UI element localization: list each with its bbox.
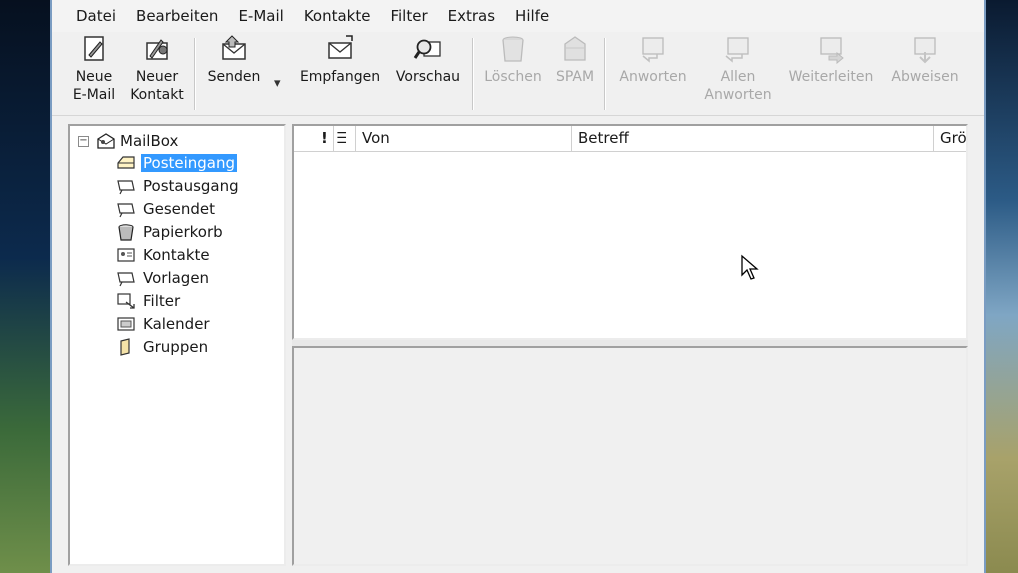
trash-icon: [118, 224, 134, 241]
folder-label: Kontakte: [143, 246, 210, 264]
filter-icon: [117, 293, 135, 309]
column-priority[interactable]: !: [316, 126, 334, 151]
preview-label: Vorschau: [395, 69, 461, 85]
reply-all-label-1: Allen: [720, 69, 756, 85]
reply-all-label-2: Anworten: [704, 87, 772, 103]
forward-button[interactable]: Weiterleiten: [784, 34, 878, 114]
column-spacer: [294, 126, 316, 151]
reply-all-icon: [725, 37, 749, 63]
folder-vorlagen[interactable]: Vorlagen: [116, 267, 211, 289]
toolbar-separator: [194, 38, 196, 110]
column-subject[interactable]: Betreff: [572, 126, 934, 151]
new-mail-label-1: Neue: [75, 69, 113, 85]
spam-button[interactable]: SPAM: [550, 34, 600, 114]
trash-icon: [502, 36, 524, 62]
receive-label: Empfangen: [299, 69, 381, 85]
new-mail-label-2: E-Mail: [72, 87, 116, 103]
reject-button[interactable]: Abweisen: [886, 34, 964, 114]
collapse-toggle[interactable]: −: [78, 135, 89, 147]
folder-gruppen[interactable]: Gruppen: [116, 336, 210, 358]
menu-filter[interactable]: Filter: [380, 0, 437, 32]
toolbar: Neue E-Mail Neuer Kontakt Senden ▾ Empfa…: [52, 32, 984, 116]
receive-button[interactable]: Empfangen: [294, 34, 386, 114]
new-mail-icon: [84, 36, 104, 61]
folder-label: Papierkorb: [143, 223, 223, 241]
sent-icon: [117, 203, 135, 218]
preview-button[interactable]: Vorschau: [390, 34, 466, 114]
spam-label: SPAM: [555, 69, 595, 85]
message-list[interactable]: ! Ⲷ Von Betreff Grö: [292, 124, 968, 340]
templates-icon: [117, 272, 135, 287]
folder-papierkorb[interactable]: Papierkorb: [116, 221, 225, 243]
folder-posteingang[interactable]: Posteingang: [116, 152, 238, 174]
mailbox-icon: [97, 133, 115, 149]
mouse-cursor-icon: [741, 254, 759, 280]
folder-gesendet[interactable]: Gesendet: [116, 198, 217, 220]
tree-root-mailbox[interactable]: − MailBox: [78, 130, 178, 152]
menu-kontakte[interactable]: Kontakte: [294, 0, 381, 32]
folder-kalender[interactable]: Kalender: [116, 313, 212, 335]
send-icon: [222, 35, 246, 60]
forward-icon: [820, 37, 844, 64]
folder-label: Vorlagen: [143, 269, 210, 287]
toolbar-separator: [472, 38, 474, 110]
folder-kontakte[interactable]: Kontakte: [116, 244, 212, 266]
send-label: Senden: [207, 69, 261, 85]
menu-hilfe[interactable]: Hilfe: [505, 0, 559, 32]
reject-icon: [914, 37, 936, 64]
reply-icon: [642, 37, 664, 63]
reply-all-button[interactable]: Allen Anworten: [698, 34, 778, 114]
folder-postausgang[interactable]: Postausgang: [116, 175, 241, 197]
new-contact-icon: [146, 39, 168, 60]
delete-label: Löschen: [484, 69, 542, 85]
desktop-background-right: [984, 0, 1018, 573]
calendar-icon: [117, 317, 135, 331]
spam-icon: [564, 36, 586, 61]
inbox-icon: [117, 156, 135, 169]
folder-filter[interactable]: Filter: [116, 290, 182, 312]
folder-label: Posteingang: [141, 154, 238, 172]
preview-icon: [413, 39, 441, 59]
folder-label: Gruppen: [143, 338, 209, 356]
menu-email[interactable]: E-Mail: [228, 0, 293, 32]
new-contact-label-2: Kontakt: [130, 87, 184, 103]
contacts-icon: [117, 248, 135, 262]
outbox-icon: [117, 180, 135, 195]
forward-label: Weiterleiten: [788, 69, 874, 85]
delete-button[interactable]: Löschen: [480, 34, 546, 114]
reply-button[interactable]: Anworten: [612, 34, 694, 114]
groups-icon: [120, 338, 130, 356]
new-contact-label-1: Neuer: [135, 69, 179, 85]
toolbar-separator: [604, 38, 606, 110]
preview-pane: [292, 346, 968, 566]
folder-label: Filter: [143, 292, 181, 310]
receive-icon: [328, 35, 353, 59]
column-attachment[interactable]: Ⲷ: [334, 126, 356, 151]
desktop-background-left: [0, 0, 52, 573]
folder-label: Gesendet: [143, 200, 216, 218]
mail-client-window: Datei Bearbeiten E-Mail Kontakte Filter …: [50, 0, 986, 573]
send-dropdown-arrow[interactable]: ▾: [274, 76, 281, 91]
reject-label: Abweisen: [891, 69, 959, 85]
column-size[interactable]: Grö: [934, 126, 966, 151]
folder-tree: − MailBox Posteingang Postausgang Gesend…: [68, 124, 286, 566]
send-button[interactable]: Senden: [202, 34, 266, 114]
tree-root-label: MailBox: [120, 132, 179, 150]
folder-label: Postausgang: [143, 177, 239, 195]
new-mail-button[interactable]: Neue E-Mail: [66, 34, 122, 114]
message-list-header: ! Ⲷ Von Betreff Grö: [294, 126, 966, 152]
new-contact-button[interactable]: Neuer Kontakt: [126, 34, 188, 114]
menu-extras[interactable]: Extras: [438, 0, 505, 32]
menu-bearbeiten[interactable]: Bearbeiten: [126, 0, 228, 32]
column-from[interactable]: Von: [356, 126, 572, 151]
menu-bar: Datei Bearbeiten E-Mail Kontakte Filter …: [52, 0, 984, 32]
reply-label: Anworten: [619, 69, 687, 85]
folder-label: Kalender: [143, 315, 210, 333]
menu-datei[interactable]: Datei: [66, 0, 126, 32]
